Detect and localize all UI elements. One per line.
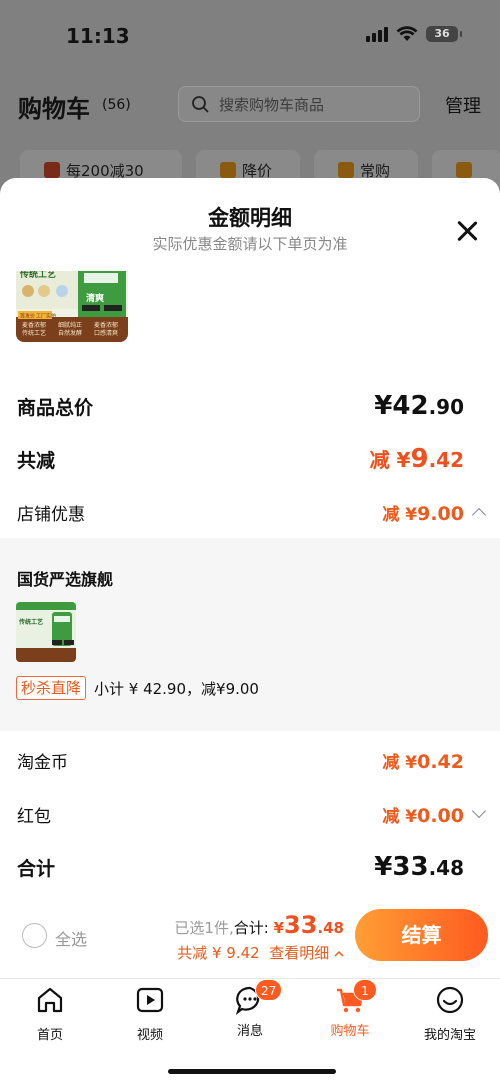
red-packet-label: 红包: [17, 807, 51, 827]
product-image-text: 自然发酵: [58, 329, 82, 337]
tab-label: 视频: [136, 1028, 163, 1043]
shop-name: 国货严选旗舰: [17, 570, 114, 589]
red-packet-value: 减 ¥0.00: [382, 805, 464, 827]
product-image-text: 麦香浓郁: [22, 321, 46, 329]
promo-tag: 秒杀直降: [16, 676, 87, 700]
goods-total-value: ¥42.90: [374, 391, 464, 421]
search-icon: [192, 96, 209, 113]
basket-icon: [338, 162, 354, 178]
tab-cart[interactable]: 1 购物车: [300, 979, 400, 1039]
shop-discount-value: 减 ¥9.00: [382, 503, 464, 525]
select-all-label[interactable]: 全选: [55, 926, 87, 950]
cart-count: (56): [102, 97, 131, 113]
price-drop-icon: [220, 162, 236, 178]
product-image-text: 首发价: [20, 313, 35, 320]
product-image: 传统工艺 清爽 首发价 工厂实拍 麦香浓郁 传统工艺 细腻纯正 自然发酵 麦香浓…: [16, 271, 128, 342]
status-bar: 11:13 36: [0, 22, 500, 52]
cart-header: 购物车 (56) 管理: [0, 84, 500, 128]
select-all-checkbox[interactable]: [22, 923, 47, 948]
shop-icon: [44, 162, 60, 178]
cart-badge: 1: [353, 979, 377, 1001]
profile-icon: [436, 986, 464, 1014]
tab-label: 首页: [36, 1028, 63, 1043]
amount-detail-sheet: 金额明细 实际优惠金额请以下单页为准 传统工艺 清爽 首发价 工厂实拍 麦香浓郁…: [0, 178, 500, 978]
wifi-icon: [396, 26, 418, 41]
tab-home[interactable]: 首页: [0, 985, 100, 1043]
sum-value: ¥33.48: [374, 852, 464, 882]
page-title: 购物车: [18, 95, 90, 123]
chevron-down-icon[interactable]: [471, 803, 487, 819]
product-image-text: 细腻纯正: [58, 321, 82, 329]
goods-total-label: 商品总价: [17, 397, 94, 419]
sheet-title: 金额明细: [208, 206, 292, 230]
checkout-button[interactable]: 结算: [355, 909, 488, 961]
search-box[interactable]: [178, 86, 420, 122]
product-thumbnail-text: 传统工艺: [18, 618, 43, 626]
folder-icon: [456, 162, 472, 178]
product-image-text: 麦香浓郁: [94, 321, 118, 329]
chevron-up-icon[interactable]: [471, 507, 487, 523]
tao-coins-label: 淘金币: [17, 753, 68, 773]
product-image-text: 清爽: [86, 292, 104, 304]
signal-icon: [366, 26, 388, 42]
tao-coins-value: 减 ¥0.42: [382, 751, 464, 773]
tab-label: 购物车: [330, 1024, 370, 1039]
message-badge: 27: [255, 979, 283, 1001]
product-image-text: 传统工艺: [22, 329, 46, 337]
sum-label: 合计: [17, 858, 56, 880]
shop-subtotal: 小计 ¥ 42.90，减¥9.00: [94, 680, 259, 698]
selected-summary: 已选1件,合计: ¥33.48: [174, 911, 344, 939]
product-image-text: 工厂实拍: [36, 313, 56, 320]
manage-button[interactable]: 管理: [445, 92, 481, 118]
shop-discount-label: 店铺优惠: [17, 505, 85, 525]
total-discount-label: 共减: [17, 450, 56, 472]
tab-video[interactable]: 视频: [100, 985, 200, 1043]
tab-messages[interactable]: 27 消息: [200, 979, 300, 1039]
product-image-text: 传统工艺: [19, 271, 56, 280]
search-input[interactable]: [219, 93, 409, 117]
chevron-up-icon: [334, 950, 344, 957]
checkout-bar: 全选 已选1件,合计: ¥33.48 共减 ¥ 9.42 查看明细 结算: [0, 897, 500, 977]
product-image-text: 口感清爽: [94, 329, 118, 337]
video-icon: [136, 987, 164, 1013]
tab-my-taobao[interactable]: 我的淘宝: [400, 985, 500, 1043]
product-thumbnail: 传统工艺: [16, 602, 76, 662]
status-time: 11:13: [66, 24, 130, 48]
home-icon: [37, 987, 63, 1013]
total-discount-value: 减 ¥9.42: [369, 444, 464, 474]
home-indicator: [168, 1069, 336, 1074]
sheet-subtitle: 实际优惠金额请以下单页为准: [152, 235, 348, 253]
battery-icon: 36: [426, 26, 462, 42]
view-detail-toggle[interactable]: 共减 ¥ 9.42 查看明细: [177, 942, 344, 963]
tab-label: 我的淘宝: [423, 1028, 476, 1043]
tab-label: 消息: [236, 1024, 263, 1039]
close-icon[interactable]: [456, 220, 478, 242]
